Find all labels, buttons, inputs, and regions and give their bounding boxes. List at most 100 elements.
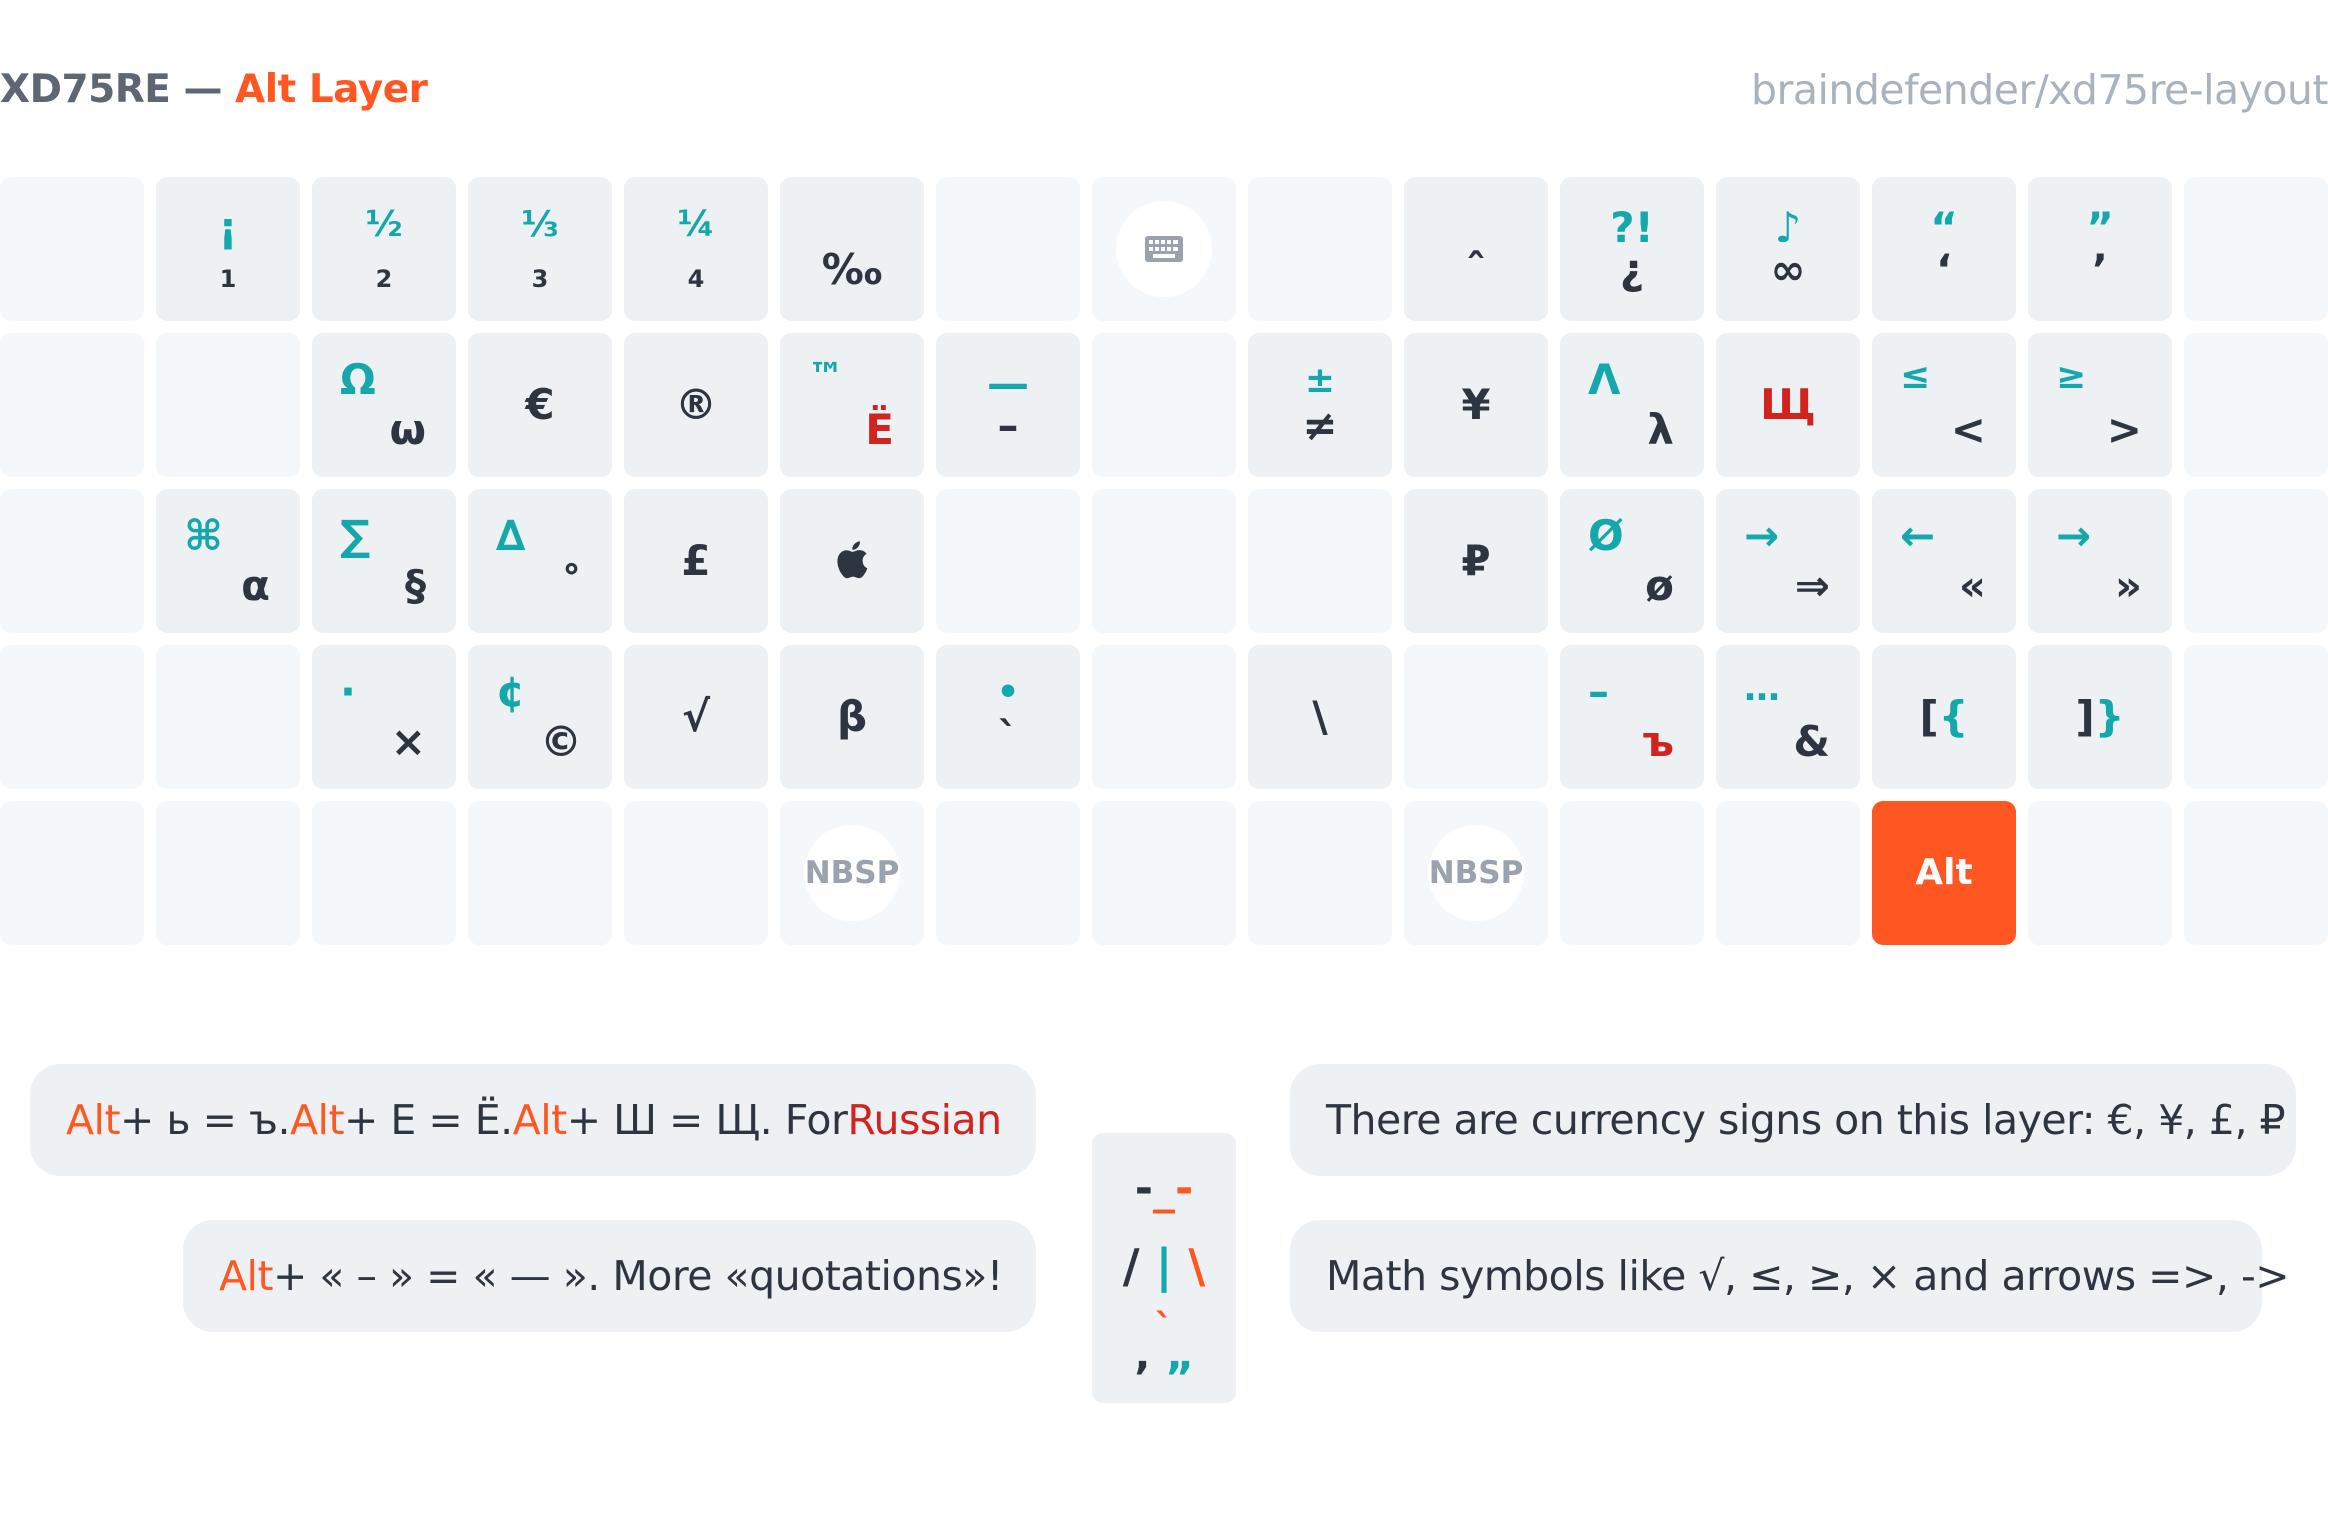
key-r5-c7[interactable] — [936, 801, 1080, 945]
key-r2-c3[interactable]: Ωω — [312, 333, 456, 477]
key-r4-c1[interactable] — [0, 645, 144, 789]
key-legend: • — [996, 672, 1020, 713]
key-r2-c10[interactable]: ¥ — [1404, 333, 1548, 477]
key-r3-c1[interactable] — [0, 489, 144, 633]
key-r5-c11[interactable] — [1560, 801, 1704, 945]
key-r5-c6[interactable]: NBSP — [780, 801, 924, 945]
key-r4-c5[interactable]: √ — [624, 645, 768, 789]
key-legend: » — [2114, 561, 2142, 610]
key-r5-c12[interactable] — [1716, 801, 1860, 945]
key-legend: ∞ — [1770, 245, 1806, 294]
key-r4-c4[interactable]: ¢ © — [468, 645, 612, 789]
key-r1-c12[interactable]: ♪ ∞ — [1716, 177, 1860, 321]
key-r5-c9[interactable] — [1248, 801, 1392, 945]
key-r3-c3[interactable]: ∑ § — [312, 489, 456, 633]
key-r1-c14[interactable]: ”’ — [2028, 177, 2172, 321]
key-r4-c15[interactable] — [2184, 645, 2328, 789]
key-r1-c5[interactable]: ¼4 — [624, 177, 768, 321]
key-legend: Ω — [340, 355, 376, 404]
key-r4-c8[interactable] — [1092, 645, 1236, 789]
key-r5-c14[interactable] — [2028, 801, 2172, 945]
key-r2-c11[interactable]: Λλ — [1560, 333, 1704, 477]
key-r4-c10[interactable] — [1404, 645, 1548, 789]
key-r2-c13[interactable]: ≤ < — [1872, 333, 2016, 477]
key-r4-c3[interactable]: · × — [312, 645, 456, 789]
key-r2-c5[interactable]: ® — [624, 333, 768, 477]
key-r2-c1[interactable] — [0, 333, 144, 477]
key-r1-c15[interactable] — [2184, 177, 2328, 321]
key-r2-c14[interactable]: ≥ > — [2028, 333, 2172, 477]
key-r3-c11[interactable]: Øø — [1560, 489, 1704, 633]
key-legend: α — [241, 561, 270, 610]
key-r4-c9[interactable]: \ — [1248, 645, 1392, 789]
key-r4-c7[interactable]: • ` — [936, 645, 1080, 789]
key-r3-c14[interactable]: →» — [2028, 489, 2172, 633]
key-r5-c15[interactable] — [2184, 801, 2328, 945]
key-r3-c10[interactable]: ₽ — [1404, 489, 1548, 633]
key-r3-c13[interactable]: ← « — [1872, 489, 2016, 633]
key-r1-c11[interactable]: ?! ¿ — [1560, 177, 1704, 321]
repo-path[interactable]: braindefender/xd75re-layout — [1751, 60, 2328, 120]
key-r5-c13[interactable]: Alt — [1872, 801, 2016, 945]
key-r1-c4[interactable]: ⅓3 — [468, 177, 612, 321]
key-r3-c12[interactable]: → ⇒ — [1716, 489, 1860, 633]
key-r1-c6[interactable]: ‰ — [780, 177, 924, 321]
note-alt-3: Alt — [512, 1096, 568, 1144]
nbsp-label: NBSP — [804, 855, 900, 891]
key-legend: ∆ — [496, 511, 526, 560]
key-legend: ” — [2086, 203, 2114, 252]
key-r1-c2[interactable]: ¡ 1 — [156, 177, 300, 321]
key-r5-c2[interactable] — [156, 801, 300, 945]
key-r1-c7[interactable] — [936, 177, 1080, 321]
key-r5-c1[interactable] — [0, 801, 144, 945]
key-r1-c8[interactable] — [1092, 177, 1236, 321]
art-char: - — [1175, 1163, 1194, 1214]
key-r4-c13[interactable]: [{ — [1872, 645, 2016, 789]
key-legend: — — [987, 359, 1029, 408]
key-r1-c9[interactable] — [1248, 177, 1392, 321]
key-r1-c1[interactable] — [0, 177, 144, 321]
art-char: | — [1155, 1239, 1173, 1293]
stick-figure-art: -_- / | \ ` ‚ „ — [1092, 1133, 1236, 1403]
key-r1-c3[interactable]: ½2 — [312, 177, 456, 321]
key-r3-c7[interactable] — [936, 489, 1080, 633]
key-legend: ‰ — [821, 245, 883, 294]
key-r4-c12[interactable]: … & — [1716, 645, 1860, 789]
key-r2-c15[interactable] — [2184, 333, 2328, 477]
key-r2-c4[interactable]: € — [468, 333, 612, 477]
key-r4-c11[interactable]: – ъ — [1560, 645, 1704, 789]
key-r4-c14[interactable]: ]} — [2028, 645, 2172, 789]
key-r3-c9[interactable] — [1248, 489, 1392, 633]
nbsp-label: NBSP — [1428, 855, 1524, 891]
key-r1-c13[interactable]: “‘ — [1872, 177, 2016, 321]
key-legend: ⇒ — [1794, 561, 1830, 610]
key-r5-c8[interactable] — [1092, 801, 1236, 945]
key-legend: × — [390, 717, 426, 766]
key-legend-part: ] — [2075, 692, 2095, 741]
key-r2-c8[interactable] — [1092, 333, 1236, 477]
key-legend: £ — [681, 536, 711, 585]
key-r5-c4[interactable] — [468, 801, 612, 945]
key-r2-c6[interactable]: ™ Ё — [780, 333, 924, 477]
key-r3-c15[interactable] — [2184, 489, 2328, 633]
key-r3-c2[interactable]: ⌘ α — [156, 489, 300, 633]
key-r2-c9[interactable]: ± ≠ — [1248, 333, 1392, 477]
key-r2-c12[interactable]: Щ — [1716, 333, 1860, 477]
key-r3-c6[interactable] — [780, 489, 924, 633]
key-legend: > — [2106, 405, 2142, 454]
note-russian: Alt + ь = ъ. Alt + Е = Ё. Alt + Ш = Щ. F… — [30, 1064, 1036, 1176]
key-r5-c10[interactable]: NBSP — [1404, 801, 1548, 945]
key-r2-c7[interactable]: — – — [936, 333, 1080, 477]
note-text: + Е = Ё. — [344, 1096, 513, 1144]
key-legend: 1 — [219, 265, 237, 293]
key-r4-c2[interactable] — [156, 645, 300, 789]
key-r3-c5[interactable]: £ — [624, 489, 768, 633]
art-char: \ — [1188, 1239, 1206, 1293]
key-r1-c10[interactable]: ˆ — [1404, 177, 1548, 321]
key-r2-c2[interactable] — [156, 333, 300, 477]
key-r4-c6[interactable]: β — [780, 645, 924, 789]
key-r3-c8[interactable] — [1092, 489, 1236, 633]
key-r3-c4[interactable]: ∆ ˚ — [468, 489, 612, 633]
key-r5-c5[interactable] — [624, 801, 768, 945]
key-r5-c3[interactable] — [312, 801, 456, 945]
